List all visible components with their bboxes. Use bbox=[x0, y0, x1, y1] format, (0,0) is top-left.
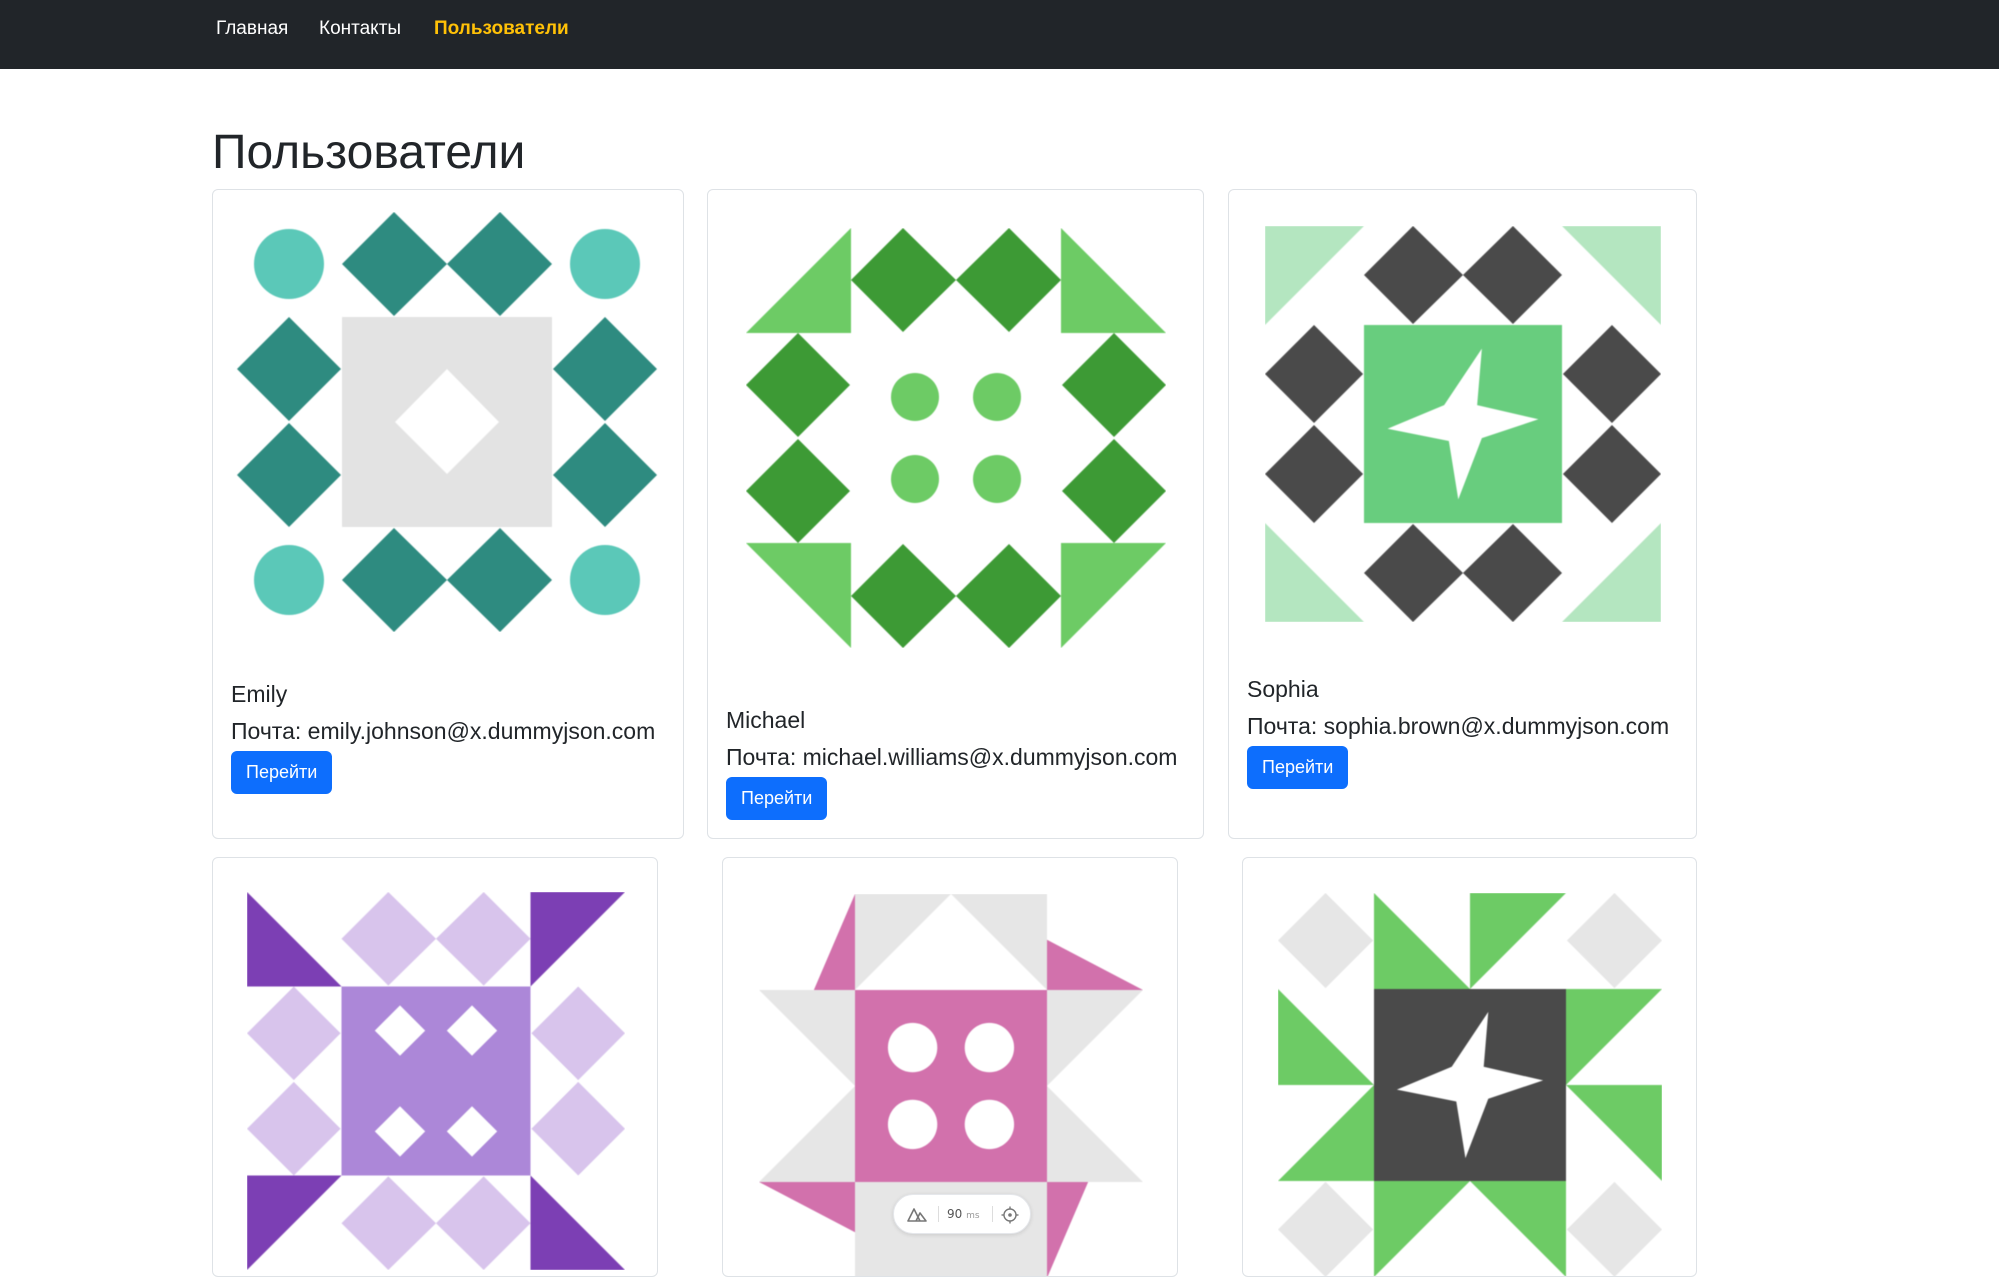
user-email: Почта: michael.williams@x.dummyjson.com bbox=[726, 744, 1178, 770]
identicon-purple-avatar bbox=[247, 892, 625, 1270]
nav-link-contacts[interactable]: Контакты bbox=[319, 17, 401, 41]
top-navbar: Главная Контакты Пользователи bbox=[0, 0, 1999, 69]
identicon-dark-green-star-avatar bbox=[1265, 226, 1661, 622]
page-title: Пользователи bbox=[212, 126, 526, 179]
user-email: Почта: sophia.brown@x.dummyjson.com bbox=[1247, 713, 1670, 739]
user-card bbox=[1242, 857, 1697, 1277]
go-to-user-button[interactable]: Перейти bbox=[231, 751, 333, 794]
user-email: Почта: emily.johnson@x.dummyjson.com bbox=[231, 718, 656, 744]
identicon-dark-star-green-avatar bbox=[1278, 893, 1662, 1276]
user-card: Sophia Почта: sophia.brown@x.dummyjson.c… bbox=[1228, 189, 1697, 839]
nuxt-logo-icon bbox=[907, 1208, 927, 1222]
user-name: Michael bbox=[726, 707, 806, 733]
toolbar-divider bbox=[938, 1206, 939, 1222]
user-name: Sophia bbox=[1247, 676, 1319, 702]
go-to-user-button[interactable]: Перейти bbox=[1247, 746, 1349, 789]
render-time: 90 ms bbox=[947, 1207, 980, 1221]
go-to-user-button[interactable]: Перейти bbox=[726, 777, 828, 820]
identicon-teal-avatar bbox=[237, 212, 657, 632]
dev-toolbar[interactable]: 90 ms bbox=[893, 1194, 1031, 1234]
user-card: Michael Почта: michael.williams@x.dummyj… bbox=[707, 189, 1204, 839]
identicon-green-avatar bbox=[746, 228, 1166, 648]
nav-link-home[interactable]: Главная bbox=[216, 17, 288, 41]
toolbar-divider bbox=[992, 1206, 993, 1222]
user-card bbox=[212, 857, 658, 1277]
user-card: Emily Почта: emily.johnson@x.dummyjson.c… bbox=[212, 189, 684, 839]
user-name: Emily bbox=[231, 681, 288, 707]
nav-link-users[interactable]: Пользователи bbox=[434, 17, 569, 41]
crosshair-icon[interactable] bbox=[1001, 1206, 1019, 1224]
